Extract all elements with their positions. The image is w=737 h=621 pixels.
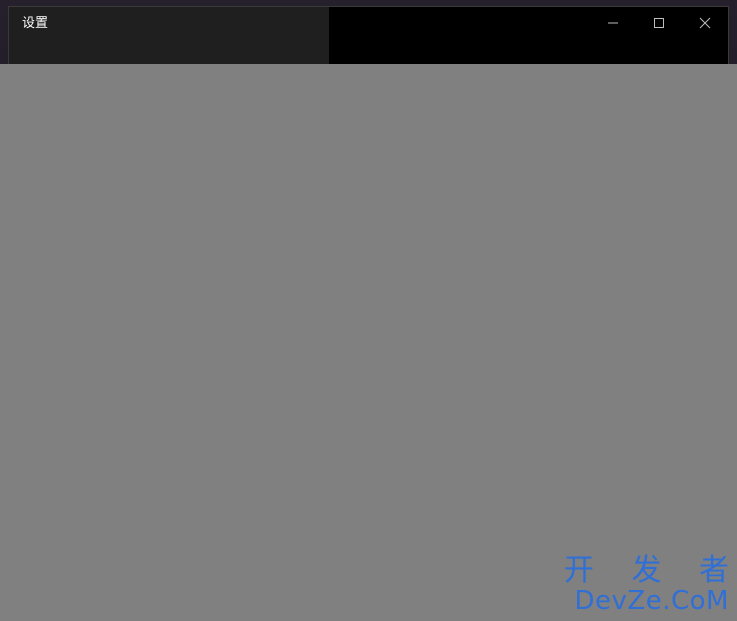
- gray-overlay: [0, 64, 737, 621]
- site-watermark: 开 发 者 DevZe.CoM: [564, 555, 729, 616]
- maximize-icon: [654, 18, 664, 28]
- caption-controls: [590, 7, 728, 39]
- watermark-domain-text: DevZe.CoM: [574, 586, 729, 616]
- maximize-button[interactable]: [636, 7, 682, 39]
- close-button[interactable]: [682, 7, 728, 39]
- close-icon: [699, 17, 711, 29]
- minimize-button[interactable]: [590, 7, 636, 39]
- window-title: 设置: [22, 16, 49, 31]
- minimize-icon: [608, 22, 618, 24]
- watermark-chinese-text: 开 发 者: [563, 553, 737, 588]
